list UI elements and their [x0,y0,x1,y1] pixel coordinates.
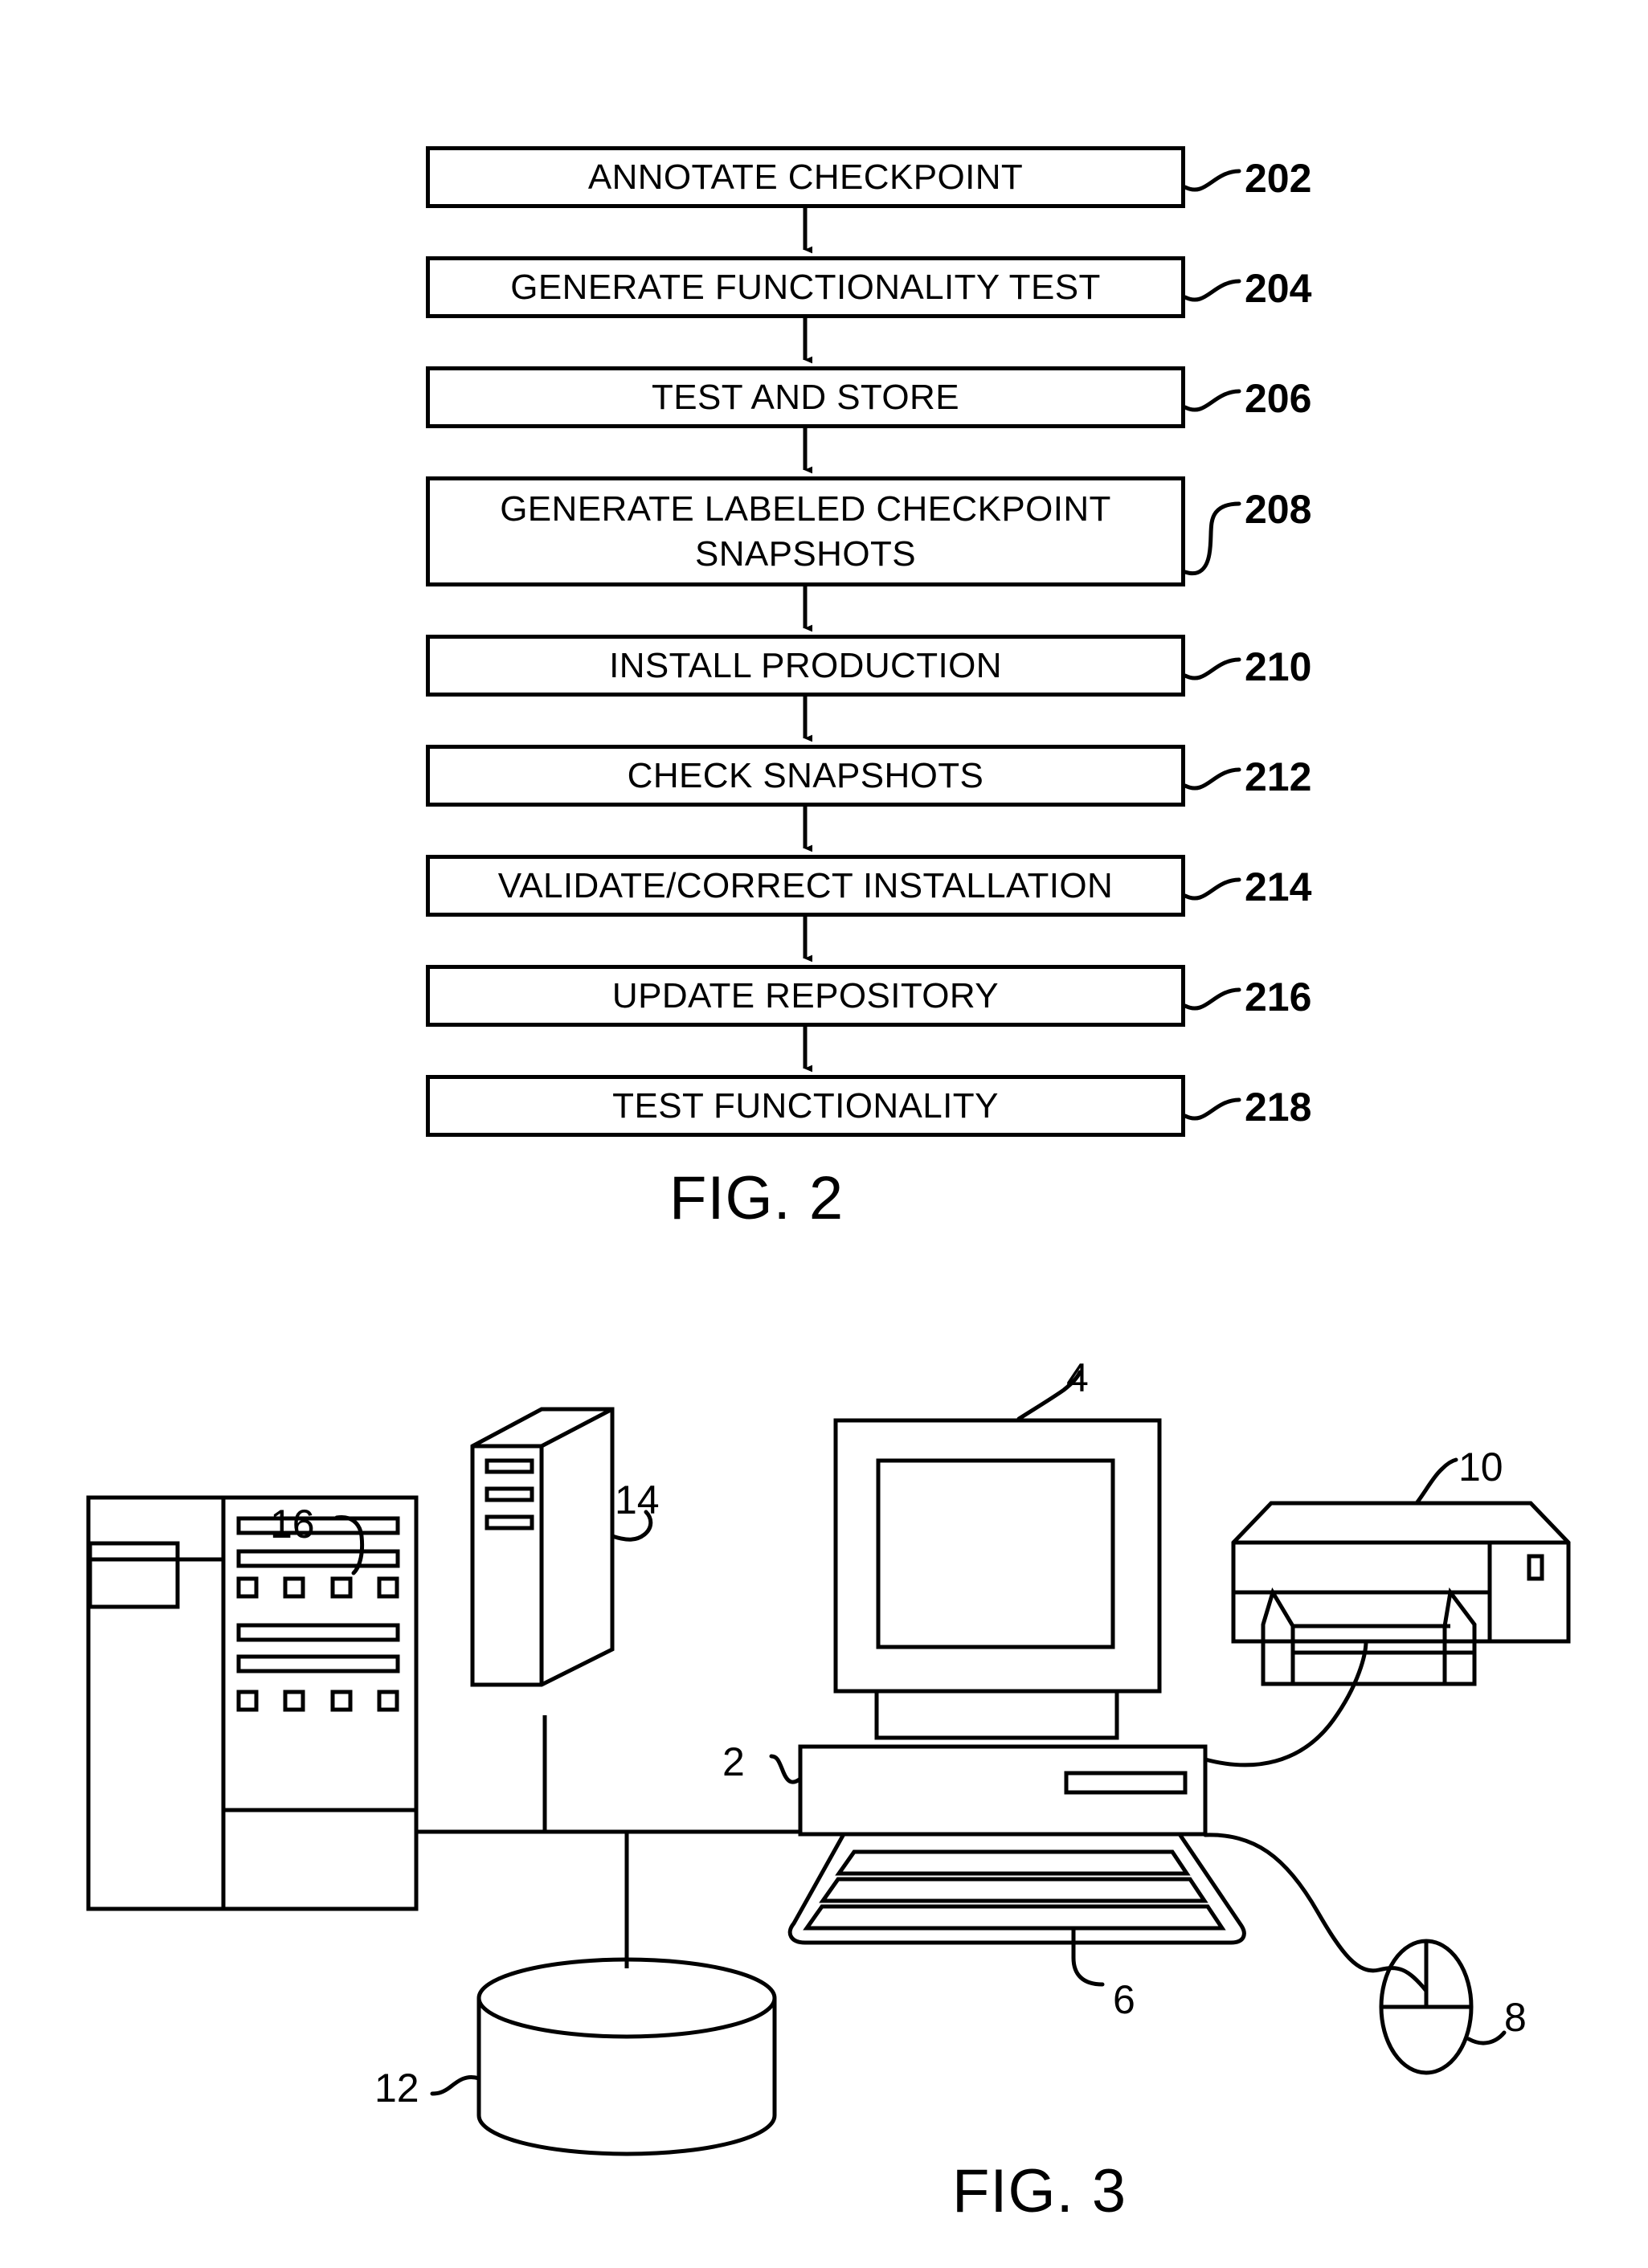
reference-numeral: 212 [1245,754,1312,799]
flow-step-box: CHECK SNAPSHOTS [426,745,1185,807]
mouse-unit [1379,1939,1474,2075]
mainframe-unit [86,1495,419,1911]
base-unit-leader [769,1754,803,1784]
disk-storage-leader [430,2074,481,2096]
printer-unit [1231,1501,1571,1686]
keyboard-leader [1071,1927,1105,1987]
flow-step-box: INSTALL PRODUCTION [426,635,1185,697]
computer-base-unit [798,1744,1208,1837]
mouse-cable [1203,1833,1429,1993]
flow-step-label: GENERATE LABELED CHECKPOINT SNAPSHOTS [500,488,1111,574]
flow-step-label: TEST AND STORE [652,377,959,417]
patent-drawing-sheet: ANNOTATE CHECKPOINT 202 GENERATE FUNCTIO… [0,0,1648,2268]
reference-numeral: 204 [1245,266,1312,311]
reference-numeral-base-unit: 2 [722,1739,745,1784]
tower-server-unit [470,1407,615,1687]
reference-numeral-printer: 10 [1458,1445,1503,1490]
reference-leader-lines [1183,169,1241,1121]
flow-step-box: GENERATE FUNCTIONALITY TEST [426,256,1185,318]
printer-leader [1414,1457,1458,1506]
flow-step-box: ANNOTATE CHECKPOINT [426,146,1185,208]
flow-step-box: TEST FUNCTIONALITY [426,1075,1185,1137]
disk-storage-unit [476,1957,777,2156]
printer-cable [1203,1639,1368,1767]
flow-step-label: GENERATE FUNCTIONALITY TEST [510,267,1101,307]
mainframe-leader [334,1514,365,1575]
flow-step-box: TEST AND STORE [426,366,1185,428]
monitor-unit [833,1418,1162,1740]
reference-numeral: 210 [1245,644,1312,689]
flow-step-label: ANNOTATE CHECKPOINT [587,157,1024,197]
figure-2-caption: FIG. 2 [669,1164,844,1232]
reference-numeral-keyboard: 6 [1113,1977,1135,2022]
reference-numeral: 206 [1245,376,1312,421]
reference-numeral-tower-server: 14 [615,1477,660,1522]
keyboard-unit [787,1832,1246,1945]
flow-step-label: TEST FUNCTIONALITY [612,1085,999,1126]
flow-step-box: GENERATE LABELED CHECKPOINT SNAPSHOTS [426,476,1185,586]
reference-numeral-monitor: 4 [1066,1355,1089,1400]
reference-numeral-disk-storage: 12 [374,2066,419,2111]
flow-step-box: UPDATE REPOSITORY [426,965,1185,1027]
flow-step-label: UPDATE REPOSITORY [611,975,1000,1015]
flow-step-label: CHECK SNAPSHOTS [627,755,984,795]
reference-numeral: 202 [1245,156,1312,201]
flow-step-label: INSTALL PRODUCTION [609,645,1002,685]
flow-step-box: VALIDATE/CORRECT INSTALLATION [426,855,1185,917]
reference-numeral: 218 [1245,1085,1312,1130]
mouse-leader [1466,2030,1507,2045]
reference-numeral: 208 [1245,487,1312,532]
reference-numeral-mouse: 8 [1504,1995,1527,2040]
reference-numeral: 216 [1245,975,1312,1020]
reference-numeral-mainframe: 16 [270,1502,315,1547]
reference-numeral: 214 [1245,864,1312,909]
figure-3-caption: FIG. 3 [952,2157,1127,2225]
flow-step-label: VALIDATE/CORRECT INSTALLATION [497,865,1114,905]
